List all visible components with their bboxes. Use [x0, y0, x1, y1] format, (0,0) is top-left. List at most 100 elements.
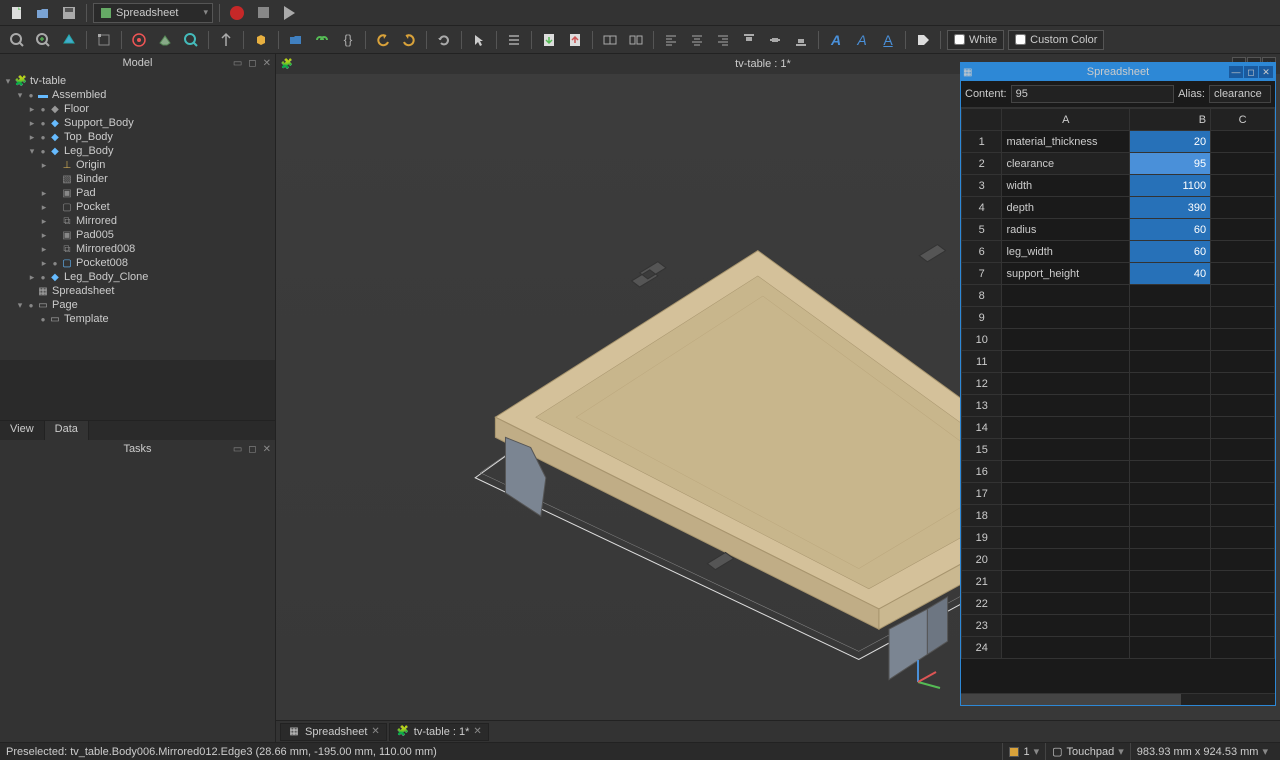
sheet-row[interactable]: 22 [962, 593, 1275, 615]
tab-document[interactable]: 🧩 tv-table : 1* ✕ [389, 723, 489, 741]
link-icon[interactable] [311, 29, 333, 51]
cell[interactable] [1130, 329, 1211, 351]
row-header[interactable]: 14 [962, 417, 1002, 439]
macro-record-icon[interactable] [226, 2, 248, 24]
cell[interactable] [1002, 461, 1130, 483]
cell[interactable] [1002, 505, 1130, 527]
cell[interactable] [1211, 571, 1275, 593]
sheet-row[interactable]: 15 [962, 439, 1275, 461]
cell[interactable] [1211, 461, 1275, 483]
split-cells-icon[interactable] [625, 29, 647, 51]
bounding-box-icon[interactable] [93, 29, 115, 51]
cell[interactable]: support_height [1002, 263, 1130, 285]
spreadsheet-grid[interactable]: A B C 1material_thickness202clearance953… [961, 108, 1275, 693]
row-header[interactable]: 9 [962, 307, 1002, 329]
cell[interactable] [1130, 395, 1211, 417]
row-header[interactable]: 2 [962, 153, 1002, 175]
sheet-row[interactable]: 14 [962, 417, 1275, 439]
col-header-b[interactable]: B [1130, 109, 1211, 131]
sheet-row[interactable]: 20 [962, 549, 1275, 571]
group-icon[interactable] [285, 29, 307, 51]
data-tab[interactable]: Data [45, 421, 89, 440]
spreadsheet-titlebar[interactable]: ▦ Spreadsheet — ◻ ✕ [961, 63, 1275, 81]
cell[interactable] [1002, 395, 1130, 417]
cursor-icon[interactable] [468, 29, 490, 51]
view-menu-icon[interactable] [154, 29, 176, 51]
sheet-row[interactable]: 18 [962, 505, 1275, 527]
cell[interactable]: 1100 [1130, 175, 1211, 197]
sheet-row[interactable]: 17 [962, 483, 1275, 505]
sheet-row[interactable]: 23 [962, 615, 1275, 637]
align-left-icon[interactable] [660, 29, 682, 51]
panel-min-icon[interactable]: — [1229, 66, 1243, 78]
model-tree[interactable]: ▾🧩tv-table ▾●▬Assembled ▸●◆Floor ▸●◆Supp… [0, 72, 275, 360]
cell[interactable]: 60 [1130, 241, 1211, 263]
cell[interactable]: 40 [1130, 263, 1211, 285]
sheet-row[interactable]: 1material_thickness20 [962, 131, 1275, 153]
part-icon[interactable] [250, 29, 272, 51]
cell[interactable]: material_thickness [1002, 131, 1130, 153]
italic-icon[interactable]: A [851, 29, 873, 51]
sync-view-icon[interactable] [215, 29, 237, 51]
sheet-row[interactable]: 8 [962, 285, 1275, 307]
cell[interactable]: width [1002, 175, 1130, 197]
cell[interactable] [1211, 241, 1275, 263]
cell[interactable] [1002, 637, 1130, 659]
row-header[interactable]: 7 [962, 263, 1002, 285]
cell[interactable]: radius [1002, 219, 1130, 241]
sheet-row[interactable]: 11 [962, 351, 1275, 373]
cell[interactable] [1211, 527, 1275, 549]
row-header[interactable]: 19 [962, 527, 1002, 549]
cell[interactable] [1211, 505, 1275, 527]
cell[interactable] [1002, 307, 1130, 329]
undo-icon[interactable] [372, 29, 394, 51]
cell[interactable] [1002, 417, 1130, 439]
cell[interactable] [1211, 615, 1275, 637]
cell[interactable] [1211, 395, 1275, 417]
col-header-a[interactable]: A [1002, 109, 1130, 131]
sheet-row[interactable]: 16 [962, 461, 1275, 483]
cell[interactable] [1002, 549, 1130, 571]
cell[interactable] [1211, 175, 1275, 197]
cell[interactable] [1130, 571, 1211, 593]
layer-selector[interactable]: 1▾ [1002, 743, 1045, 760]
cell[interactable] [1211, 197, 1275, 219]
cell[interactable] [1211, 219, 1275, 241]
cell[interactable] [1130, 351, 1211, 373]
cell[interactable] [1130, 285, 1211, 307]
cell[interactable] [1211, 483, 1275, 505]
tasks-collapse-icon[interactable]: ▭ [231, 444, 244, 455]
row-header[interactable]: 24 [962, 637, 1002, 659]
row-header[interactable]: 20 [962, 549, 1002, 571]
sheet-row[interactable]: 7support_height40 [962, 263, 1275, 285]
row-header[interactable]: 11 [962, 351, 1002, 373]
panel-collapse-icon[interactable]: ▭ [231, 58, 244, 69]
panel-float-icon[interactable]: ◻ [246, 58, 258, 69]
cell[interactable] [1130, 527, 1211, 549]
close-icon[interactable]: ✕ [473, 726, 481, 737]
row-header[interactable]: 12 [962, 373, 1002, 395]
tasks-float-icon[interactable]: ◻ [246, 444, 258, 455]
cell[interactable] [1211, 329, 1275, 351]
refresh-icon[interactable] [433, 29, 455, 51]
sheet-row[interactable]: 21 [962, 571, 1275, 593]
cell[interactable] [1002, 615, 1130, 637]
cell[interactable] [1130, 307, 1211, 329]
row-header[interactable]: 10 [962, 329, 1002, 351]
cell[interactable]: 95 [1130, 153, 1211, 175]
open-file-icon[interactable] [32, 2, 54, 24]
row-header[interactable]: 23 [962, 615, 1002, 637]
row-header[interactable]: 16 [962, 461, 1002, 483]
close-icon[interactable]: ✕ [371, 726, 379, 737]
cell[interactable] [1002, 527, 1130, 549]
macro-play-icon[interactable] [278, 2, 300, 24]
iso-view-icon[interactable] [128, 29, 150, 51]
merge-cells-icon[interactable] [599, 29, 621, 51]
row-header[interactable]: 22 [962, 593, 1002, 615]
cell[interactable] [1002, 329, 1130, 351]
cell[interactable] [1002, 571, 1130, 593]
cell[interactable] [1130, 483, 1211, 505]
cell[interactable] [1130, 505, 1211, 527]
panel-close-icon[interactable]: ✕ [261, 58, 273, 69]
cell[interactable] [1002, 351, 1130, 373]
